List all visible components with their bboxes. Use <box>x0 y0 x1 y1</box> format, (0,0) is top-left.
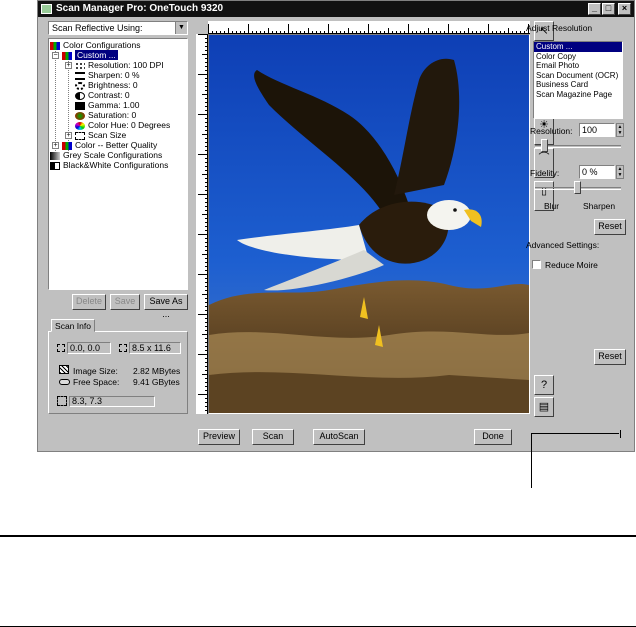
fidelity-input[interactable]: 0 % <box>579 165 615 179</box>
fidelity-slider-thumb[interactable] <box>574 181 581 194</box>
advanced-settings-label: Advanced Settings: <box>526 240 600 250</box>
list-item[interactable]: Color Copy <box>534 52 622 62</box>
tree-item[interactable]: Saturation: 0 <box>75 110 136 120</box>
origin-icon <box>57 344 65 352</box>
origin-readout: 0.0, 0.0 <box>67 342 111 354</box>
curve-icon: ⌒ <box>538 152 550 164</box>
resolution-label: Resolution: <box>530 126 573 136</box>
list-item[interactable]: Business Card <box>534 80 622 90</box>
done-button[interactable]: Done <box>474 429 512 445</box>
expand-icon[interactable]: + <box>65 132 72 140</box>
tree-item[interactable]: Grey Scale Configurations <box>50 150 162 160</box>
left-ruler <box>196 34 208 414</box>
save-as-button[interactable]: Save As ... <box>144 294 188 319</box>
resolution-spinner[interactable]: ▲ ▼ <box>616 123 624 137</box>
tree-item[interactable]: Black&White Configurations <box>50 160 168 170</box>
configuration-tree: Color Configurations − Custom ... + Resolu… <box>48 38 188 290</box>
tree-item[interactable]: Color Hue: 0 Degrees <box>75 120 170 130</box>
image-size-label: Image Size: <box>73 366 118 376</box>
page-rule <box>0 535 636 537</box>
adjust-heading: Adjust Resolution <box>526 23 593 33</box>
reset-advanced-button[interactable]: Reset <box>594 349 626 365</box>
reduce-moire-checkbox[interactable] <box>532 260 541 269</box>
app-icon <box>41 4 52 14</box>
disk-icon <box>59 379 70 385</box>
list-item[interactable]: Email Photo <box>534 61 622 71</box>
cursor-readout: 8.3, 7.3 <box>69 396 155 407</box>
resolution-input[interactable]: 100 <box>579 123 615 137</box>
settings-icon: ▤ <box>538 401 550 413</box>
tree-item[interactable]: Brightness: 0 <box>75 80 138 90</box>
delete-button[interactable]: Delete <box>72 294 106 310</box>
autoscan-button[interactable]: AutoScan <box>313 429 365 445</box>
tree-item[interactable]: + Scan Size <box>65 130 126 140</box>
help-icon: ? <box>540 379 548 391</box>
scan-info-panel: 0.0, 0.0 8.5 x 11.6 Image Size: 2.82 MBy… <box>48 331 188 414</box>
scan-manager-window: Scan Manager Pro: OneTouch 9320 _ □ × Sc… <box>37 0 635 452</box>
folder-color-icon <box>62 51 72 60</box>
scan-source-dropdown[interactable]: Scan Reflective Using: ▼ <box>48 21 188 35</box>
color-configurations-icon <box>50 41 60 50</box>
window-title: Scan Manager Pro: OneTouch 9320 <box>56 3 224 14</box>
settings-tool-button[interactable]: ▤ <box>534 397 554 417</box>
greyscale-icon <box>50 151 60 160</box>
brightness-sun-icon <box>75 81 85 90</box>
collapse-icon[interactable]: − <box>52 52 59 60</box>
title-bar[interactable]: Scan Manager Pro: OneTouch 9320 _ □ × <box>38 1 634 17</box>
sharpen-icon <box>75 71 85 80</box>
scan-size-icon <box>75 131 85 140</box>
save-button[interactable]: Save <box>110 294 140 310</box>
maximize-button[interactable]: □ <box>602 3 615 15</box>
tree-item[interactable]: + Resolution: 100 DPI <box>65 60 164 70</box>
folder-color-icon <box>62 141 72 150</box>
fidelity-label: Fidelity: <box>530 168 560 178</box>
callout-tick <box>620 430 621 438</box>
tree-item[interactable]: − Custom ... <box>52 50 118 60</box>
preset-list[interactable]: Custom ... Color Copy Email Photo Scan D… <box>533 41 623 119</box>
callout-line <box>531 433 532 488</box>
close-button[interactable]: × <box>618 3 631 15</box>
tree-item[interactable]: Color Configurations <box>50 40 140 50</box>
cursor-position-icon <box>57 396 67 406</box>
free-space-value: 9.41 GBytes <box>133 377 180 387</box>
minimize-button[interactable]: _ <box>588 3 601 15</box>
saturation-icon <box>75 111 85 120</box>
gamma-icon <box>75 101 85 110</box>
tree-item[interactable]: Contrast: 0 <box>75 90 130 100</box>
size-icon <box>119 344 127 352</box>
dropdown-value: Scan Reflective Using: <box>52 23 143 33</box>
preview-button[interactable]: Preview <box>198 429 240 445</box>
color-hue-icon <box>75 121 85 130</box>
resolution-dots-icon <box>75 61 85 70</box>
image-size-value: 2.82 MBytes <box>133 366 181 376</box>
sharpen-label: Sharpen <box>583 201 616 211</box>
tree-item[interactable]: Sharpen: 0 % <box>75 70 140 80</box>
expand-icon[interactable]: + <box>52 142 59 150</box>
list-item[interactable]: Custom ... <box>534 42 622 52</box>
tree-item[interactable]: + Color -- Better Quality <box>52 140 157 150</box>
image-size-icon <box>59 365 69 374</box>
blur-label: Blur <box>544 201 560 211</box>
contrast-icon <box>75 91 85 100</box>
eagle-photo <box>209 35 529 413</box>
top-ruler <box>208 21 530 34</box>
callout-line <box>531 433 619 434</box>
help-tool-button[interactable]: ? <box>534 375 554 395</box>
reduce-moire-label: Reduce Moire <box>545 260 598 270</box>
list-item[interactable]: Scan Document (OCR) <box>534 71 622 81</box>
black-white-icon <box>50 161 60 170</box>
size-readout: 8.5 x 11.6 <box>129 342 181 354</box>
preview-area[interactable] <box>208 34 530 414</box>
fidelity-spinner[interactable]: ▲ ▼ <box>616 165 624 179</box>
reset-button[interactable]: Reset <box>594 219 626 235</box>
tab-scan-info[interactable]: Scan Info <box>51 319 95 332</box>
list-item[interactable]: Scan Magazine Page <box>534 90 622 100</box>
scan-button[interactable]: Scan <box>252 429 294 445</box>
resolution-slider-thumb[interactable] <box>541 139 549 152</box>
free-space-label: Free Space: <box>73 377 120 387</box>
expand-icon[interactable]: + <box>65 62 72 70</box>
chevron-down-icon[interactable]: ▼ <box>175 22 187 34</box>
tree-item[interactable]: Gamma: 1.00 <box>75 100 140 110</box>
